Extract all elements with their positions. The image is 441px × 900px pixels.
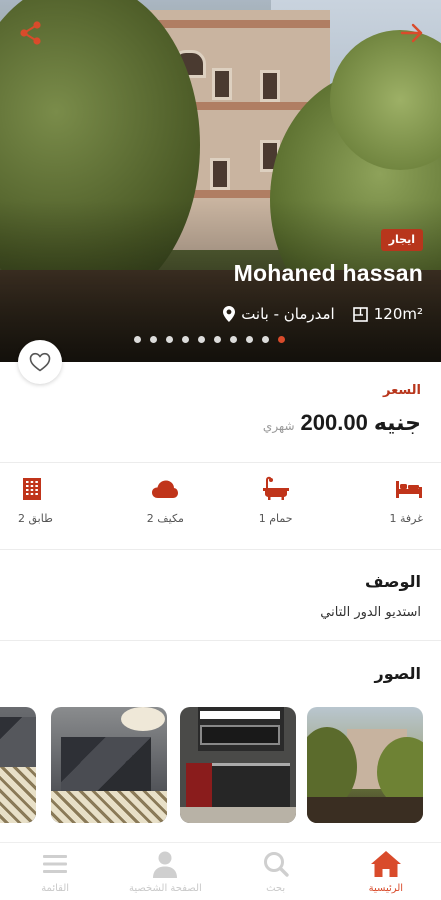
area-group: 120m² [352, 305, 423, 323]
pager-dot[interactable] [262, 336, 269, 343]
divider [0, 640, 441, 641]
divider [0, 549, 441, 550]
price-label: السعر [383, 383, 421, 398]
back-button[interactable] [399, 20, 425, 46]
photo-thumbnail[interactable] [0, 707, 36, 823]
photo-thumbnail[interactable] [180, 707, 296, 823]
pager-dot[interactable] [278, 336, 285, 343]
location-group: امدرمان - بانت [223, 305, 335, 323]
nav-search[interactable]: بحث [221, 843, 331, 900]
building-icon [18, 476, 46, 502]
pager-dot[interactable] [246, 336, 253, 343]
location-pin-icon [223, 306, 236, 322]
price-period: شهري [262, 419, 295, 433]
nav-home[interactable]: الرئيسية [331, 843, 441, 900]
nav-profile[interactable]: الصفحة الشخصية [110, 843, 220, 900]
bottom-navigation: الرئيسية بحث الصفحة الشخصية القائمة [0, 842, 441, 900]
description-title: الوصف [364, 572, 421, 591]
features-row: 1 غرفة 1 حمام 2 مكيف 2 طابق [0, 476, 441, 546]
cloud-ac-icon [151, 476, 179, 502]
owner-name: Mohaned hassan [233, 260, 423, 286]
search-icon [260, 849, 292, 879]
pager-dot[interactable] [182, 336, 189, 343]
feature-label: 1 حمام [258, 512, 293, 525]
pager-dot[interactable] [134, 336, 141, 343]
area-text: 120m² [373, 305, 423, 323]
feature-label: 2 طابق [18, 512, 53, 525]
menu-icon [39, 849, 71, 879]
pager-dot[interactable] [198, 336, 205, 343]
divider [0, 462, 441, 463]
feature-label: 1 غرفة [389, 512, 423, 525]
feature-bathrooms: 1 حمام [221, 476, 331, 546]
location-text: امدرمان - بانت [241, 305, 335, 323]
share-button[interactable] [16, 18, 46, 48]
listing-meta: امدرمان - بانت 120m² [223, 302, 423, 326]
description-text: استديو الدور التاني [320, 605, 421, 620]
photo-thumbnail[interactable] [307, 707, 423, 823]
property-detail-screen: ايجار Mohaned hassan امدرمان - بانت 120m… [0, 0, 441, 900]
nav-label: الصفحة الشخصية [128, 883, 202, 894]
photos-gallery[interactable] [0, 707, 441, 825]
heart-icon [29, 352, 51, 372]
feature-rooms: 1 غرفة [331, 476, 441, 546]
nav-label: بحث [266, 883, 286, 894]
property-hero-image[interactable]: ايجار Mohaned hassan امدرمان - بانت 120m… [0, 0, 441, 362]
person-icon [149, 849, 181, 879]
image-pager-dots[interactable] [134, 336, 285, 343]
share-icon [20, 21, 41, 45]
pager-dot[interactable] [214, 336, 221, 343]
home-icon [370, 849, 402, 879]
floorplan-icon [352, 306, 368, 322]
price-currency: جنيه [373, 411, 421, 436]
bed-icon [395, 476, 423, 502]
pager-dot[interactable] [150, 336, 157, 343]
feature-label: 2 مكيف [146, 512, 184, 525]
arrow-right-icon [400, 23, 423, 43]
photo-thumbnail[interactable] [51, 707, 167, 823]
nav-label: الرئيسية [368, 883, 404, 894]
price-value: 200.00 [300, 410, 368, 435]
pager-dot[interactable] [230, 336, 237, 343]
nav-menu[interactable]: القائمة [0, 843, 110, 900]
listing-type-badge: ايجار [380, 229, 423, 251]
favorite-button[interactable] [18, 340, 62, 384]
feature-floors: 2 طابق [0, 476, 110, 546]
photos-title: الصور [374, 664, 422, 683]
pager-dot[interactable] [166, 336, 173, 343]
feature-ac: 2 مكيف [110, 476, 220, 546]
price-row: جنيه 200.00 شهري [263, 410, 421, 436]
bathtub-icon [262, 476, 290, 502]
nav-label: القائمة [41, 883, 70, 894]
